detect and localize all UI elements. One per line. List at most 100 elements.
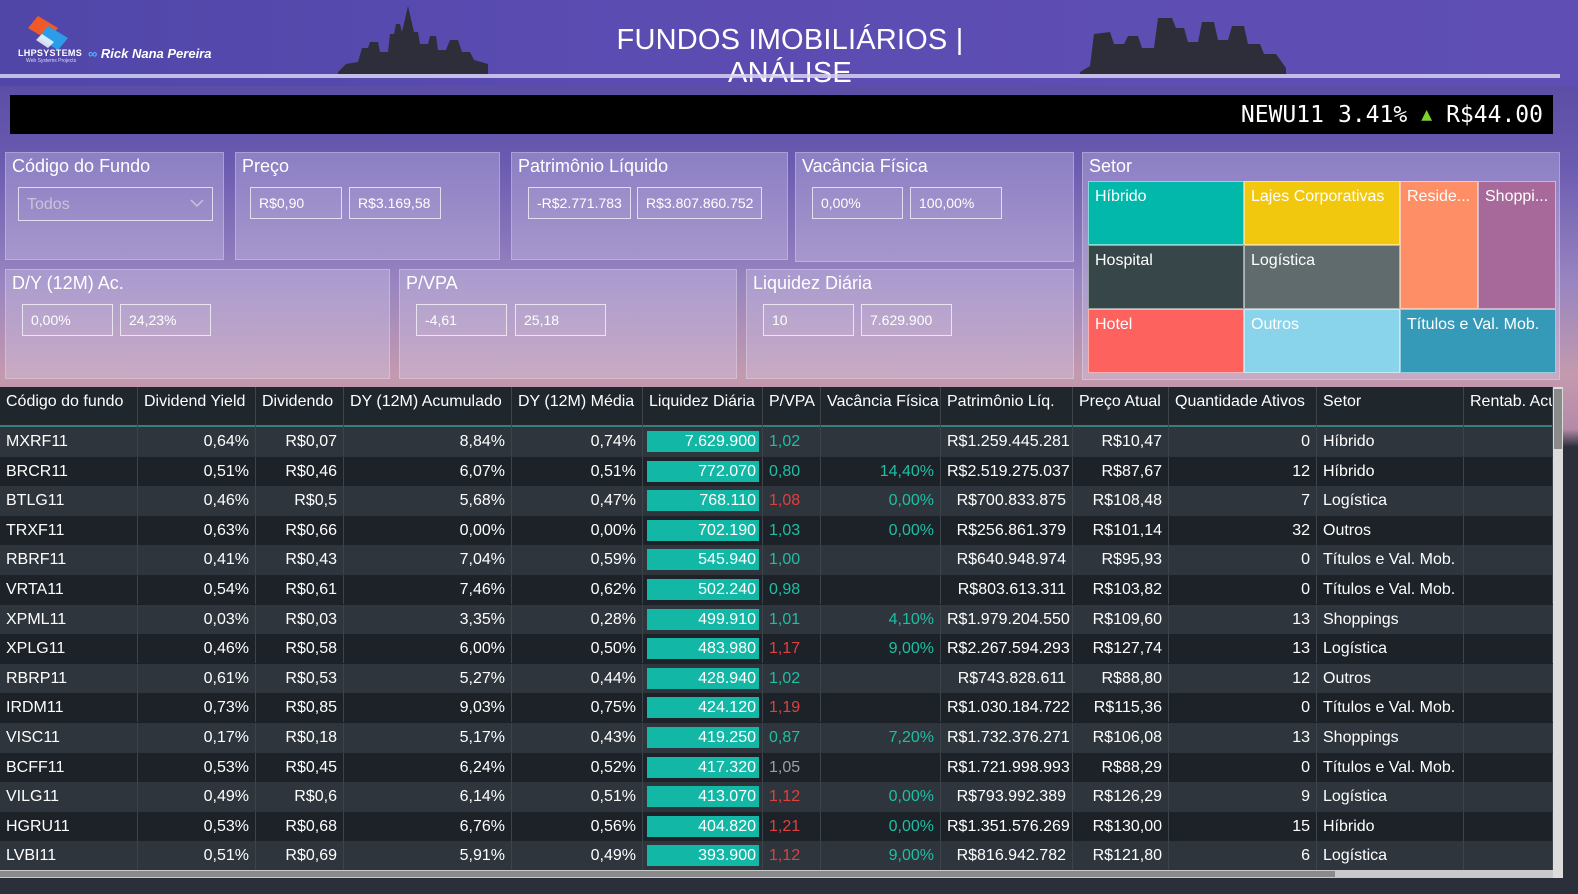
column-header[interactable]: Rentab. Acu: [1464, 387, 1553, 427]
table-row[interactable]: TRXF11 0,63% R$0,66 0,00% 0,00% 702.190 1,03 0,…: [0, 515, 1553, 546]
cell-dyac: 5,68%: [344, 486, 512, 516]
cell-pvpa: 1,21: [763, 811, 821, 841]
cell-dy: 0,49%: [138, 782, 256, 812]
dy-max-input[interactable]: 24,23%: [120, 304, 211, 336]
vacancia-min-input[interactable]: 0,00%: [812, 187, 903, 219]
setor-residencial[interactable]: Reside...: [1400, 181, 1478, 309]
cell-codigo: BRCR11: [0, 456, 138, 486]
cell-div: R$0,07: [256, 427, 344, 456]
cell-div: R$0,85: [256, 693, 344, 723]
cell-liq: 428.940: [643, 663, 763, 693]
cell-pat: R$816.942.782: [941, 841, 1073, 871]
pvpa-max-input[interactable]: 25,18: [515, 304, 606, 336]
filter-dy: D/Y (12M) Ac. 0,00% 24,23%: [5, 269, 390, 379]
horizontal-scrollbar[interactable]: [0, 870, 1553, 878]
cell-liq: 545.940: [643, 545, 763, 575]
cell-preco: R$115,36: [1073, 693, 1169, 723]
cell-setor: Títulos e Val. Mob.: [1317, 752, 1464, 782]
filter-title: D/Y (12M) Ac.: [12, 273, 124, 293]
column-header[interactable]: DY (12M) Acumulado: [344, 387, 512, 427]
setor-hibrido[interactable]: Híbrido: [1088, 181, 1244, 245]
vertical-scrollbar[interactable]: [1553, 387, 1563, 878]
cell-codigo: VISC11: [0, 723, 138, 752]
cell-pvpa: 1,12: [763, 782, 821, 812]
patrimonio-max-input[interactable]: R$3.807.860.752: [637, 187, 762, 219]
cell-pvpa: 1,02: [763, 663, 821, 693]
cell-dy: 0,53%: [138, 752, 256, 782]
table-row[interactable]: XPML11 0,03% R$0,03 3,35% 0,28% 499.910 1,01 4,…: [0, 604, 1553, 635]
column-header[interactable]: Liquidez Diária: [643, 387, 763, 427]
table-row[interactable]: VILG11 0,49% R$0,6 6,14% 0,51% 413.070 1,12 0,0…: [0, 782, 1553, 812]
column-header[interactable]: Preço Atual: [1073, 387, 1169, 427]
price-min-input[interactable]: R$0,90: [250, 187, 342, 219]
scrollbar-thumb[interactable]: [0, 871, 1335, 877]
cell-pat: R$793.992.389: [941, 782, 1073, 812]
cell-setor: Shoppings: [1317, 604, 1464, 634]
cell-vac: [821, 752, 941, 782]
column-header[interactable]: P/VPA: [763, 387, 821, 427]
table-row[interactable]: RBRF11 0,41% R$0,43 7,04% 0,59% 545.940 1,00 R$…: [0, 545, 1553, 575]
setor-lajes-corporativas[interactable]: Lajes Corporativas: [1244, 181, 1400, 245]
table-row[interactable]: BRCR11 0,51% R$0,46 6,07% 0,51% 772.070 0,80 14…: [0, 456, 1553, 487]
cell-codigo: LVBI11: [0, 841, 138, 871]
ticker-price: R$44.00: [1446, 101, 1543, 128]
cell-dyac: 0,00%: [344, 515, 512, 545]
filter-vacancia: Vacância Física 0,00% 100,00%: [795, 152, 1074, 262]
table-row[interactable]: XPLG11 0,46% R$0,58 6,00% 0,50% 483.980 1,17 9,…: [0, 634, 1553, 664]
setor-hospital[interactable]: Hospital: [1088, 245, 1244, 309]
dashboard: LHPSYSTEMS Web Systems Projects ∞ Rick N…: [0, 0, 1578, 894]
column-header[interactable]: Dividend Yield: [138, 387, 256, 427]
column-header[interactable]: Código do fundo: [0, 387, 138, 427]
cell-pat: R$1.259.445.281: [941, 427, 1073, 456]
setor-shoppings[interactable]: Shoppi...: [1478, 181, 1556, 309]
cell-rent: [1464, 693, 1553, 723]
cell-vac: 0,00%: [821, 811, 941, 841]
column-header[interactable]: Patrimônio Líq.: [941, 387, 1073, 427]
liquidez-max-input[interactable]: 7.629.900: [861, 304, 952, 336]
scrollbar-thumb[interactable]: [1554, 389, 1562, 449]
cell-qtd: 9: [1169, 782, 1317, 812]
cell-dy: 0,41%: [138, 545, 256, 575]
price-max-input[interactable]: R$3.169,58: [349, 187, 441, 219]
table-row[interactable]: HGRU11 0,53% R$0,68 6,76% 0,56% 404.820 1,21 0,…: [0, 811, 1553, 842]
cell-div: R$0,61: [256, 575, 344, 604]
table-row[interactable]: VISC11 0,17% R$0,18 5,17% 0,43% 419.250 0,87 7,…: [0, 723, 1553, 753]
table-row[interactable]: LVBI11 0,51% R$0,69 5,91% 0,49% 393.900 1,12 9,…: [0, 841, 1553, 871]
setor-titulos-val-mob[interactable]: Títulos e Val. Mob.: [1400, 309, 1556, 373]
table-row[interactable]: BCFF11 0,53% R$0,45 6,24% 0,52% 417.320 1,05 R$…: [0, 752, 1553, 783]
column-header[interactable]: DY (12M) Média: [512, 387, 643, 427]
column-header[interactable]: Vacância Física: [821, 387, 941, 427]
table-row[interactable]: MXRF11 0,64% R$0,07 8,84% 0,74% 7.629.900 1,02…: [0, 427, 1553, 457]
cell-dymed: 0,49%: [512, 841, 643, 871]
setor-hotel[interactable]: Hotel: [1088, 309, 1244, 373]
cell-vac: 9,00%: [821, 634, 941, 664]
cell-dy: 0,03%: [138, 604, 256, 634]
table-row[interactable]: IRDM11 0,73% R$0,85 9,03% 0,75% 424.120 1,19 R$…: [0, 693, 1553, 723]
vacancia-max-input[interactable]: 100,00%: [910, 187, 1002, 219]
table-row[interactable]: RBRP11 0,61% R$0,53 5,27% 0,44% 428.940 1,02 R$…: [0, 663, 1553, 694]
liquidez-min-input[interactable]: 10: [763, 304, 854, 336]
cell-rent: [1464, 663, 1553, 693]
table-row[interactable]: VRTA11 0,54% R$0,61 7,46% 0,62% 502.240 0,98 R$…: [0, 575, 1553, 605]
dy-min-input[interactable]: 0,00%: [22, 304, 113, 336]
setor-outros[interactable]: Outros: [1244, 309, 1400, 373]
pvpa-min-input[interactable]: -4,61: [416, 304, 507, 336]
cell-dymed: 0,50%: [512, 634, 643, 664]
column-header[interactable]: Setor: [1317, 387, 1464, 427]
fund-code-dropdown[interactable]: Todos: [18, 187, 213, 221]
cell-dy: 0,63%: [138, 515, 256, 545]
cell-div: R$0,58: [256, 634, 344, 664]
setor-logistica[interactable]: Logística: [1244, 245, 1400, 309]
table-row[interactable]: BTLG11 0,46% R$0,5 5,68% 0,47% 768.110 1,08 0,0…: [0, 486, 1553, 516]
filter-liquidez: Liquidez Diária 10 7.629.900: [746, 269, 1074, 379]
column-header[interactable]: Dividendo: [256, 387, 344, 427]
cell-preco: R$108,48: [1073, 486, 1169, 516]
logo-text: LHPSYSTEMS: [18, 48, 83, 58]
cell-dyac: 7,46%: [344, 575, 512, 604]
cell-rent: [1464, 545, 1553, 575]
cell-codigo: BTLG11: [0, 486, 138, 516]
cell-codigo: XPLG11: [0, 634, 138, 664]
column-header[interactable]: Quantidade Ativos: [1169, 387, 1317, 427]
patrimonio-min-input[interactable]: -R$2.771.783: [528, 187, 631, 219]
cell-dyac: 3,35%: [344, 604, 512, 634]
